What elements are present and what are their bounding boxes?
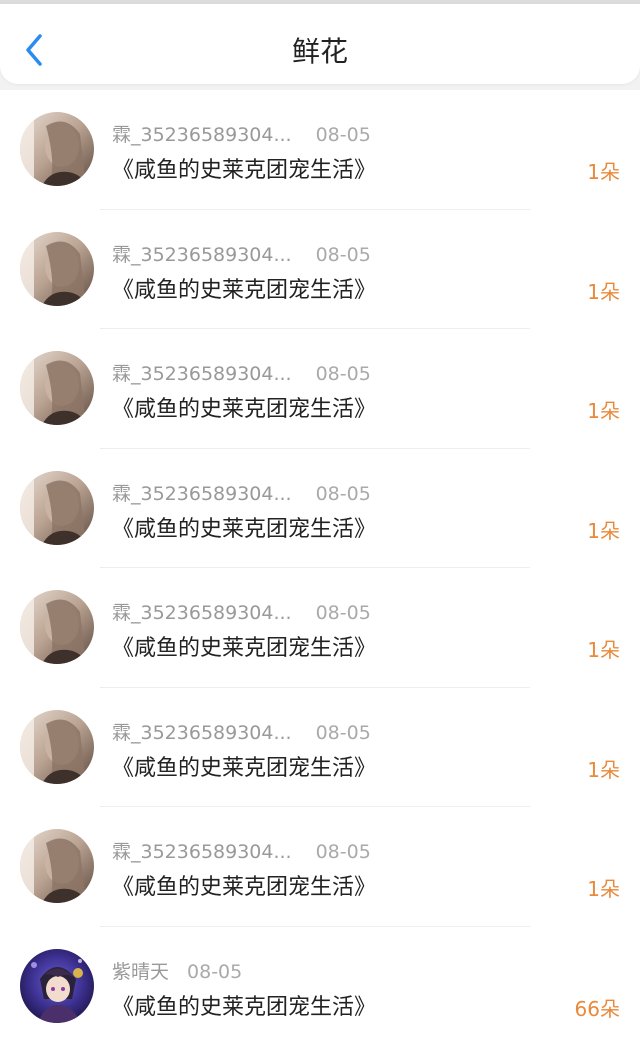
username: 紫晴天 <box>112 960 170 983</box>
book-title: 《咸鱼的史莱克团宠生活》 <box>112 994 377 1020</box>
flower-count: 1朵 <box>587 160 620 184</box>
flower-count: 1朵 <box>587 877 620 901</box>
avatar[interactable] <box>20 470 94 545</box>
flower-count: 1朵 <box>587 518 620 543</box>
avatar[interactable] <box>20 112 94 186</box>
list-item[interactable]: 霖_35236589304... 08-05 《咸鱼的史莱克团宠生活》 1朵 <box>0 568 640 688</box>
list-item[interactable]: 霖_35236589304... 08-05 《咸鱼的史莱克团宠生活》 1朵 <box>0 688 640 807</box>
book-title: 《咸鱼的史莱克团宠生活》 <box>112 158 377 183</box>
book-title: 《咸鱼的史莱克团宠生活》 <box>112 277 377 303</box>
list-item[interactable]: 霖_35236589304... 08-05 《咸鱼的史莱克团宠生活》 1朵 <box>0 210 640 329</box>
book-title: 《咸鱼的史莱克团宠生活》 <box>112 755 377 781</box>
nav-header: 鲜花 <box>0 4 640 84</box>
avatar[interactable] <box>20 709 94 784</box>
list-item[interactable]: 霖_35236589304... 08-05 《咸鱼的史莱克团宠生活》 1朵 <box>0 90 640 210</box>
flower-count: 66朵 <box>574 996 620 1021</box>
flower-record-list: 霖_35236589304... 08-05 《咸鱼的史莱克团宠生活》 1朵 霖_… <box>0 90 640 1038</box>
avatar[interactable] <box>20 351 94 425</box>
page-title: 鲜花 <box>291 35 348 68</box>
flower-count: 1朵 <box>587 638 620 662</box>
username: 霖_35236589304... <box>112 124 292 146</box>
date: 08-05 <box>315 602 371 624</box>
date: 08-05 <box>315 124 371 146</box>
date: 08-05 <box>315 363 371 385</box>
avatar[interactable] <box>20 829 94 903</box>
list-item[interactable]: 霖_35236589304... 08-05 《咸鱼的史莱克团宠生活》 1朵 <box>0 449 640 568</box>
list-item[interactable]: 霖_35236589304... 08-05 《咸鱼的史莱克团宠生活》 1朵 <box>0 807 640 927</box>
date: 08-05 <box>315 482 371 505</box>
avatar[interactable] <box>20 231 94 306</box>
book-title: 《咸鱼的史莱克团宠生活》 <box>112 397 377 422</box>
username: 霖_35236589304... <box>112 482 292 505</box>
flower-count: 1朵 <box>587 279 620 304</box>
book-title: 《咸鱼的史莱克团宠生活》 <box>112 875 377 900</box>
username: 霖_35236589304... <box>112 841 292 863</box>
username: 霖_35236589304... <box>112 602 292 624</box>
avatar[interactable] <box>20 590 94 664</box>
avatar[interactable] <box>20 948 94 1023</box>
flower-count: 1朵 <box>587 757 620 782</box>
flower-count: 1朵 <box>587 399 620 423</box>
book-title: 《咸鱼的史莱克团宠生活》 <box>112 636 377 661</box>
date: 08-05 <box>315 243 371 266</box>
username: 霖_35236589304... <box>112 363 292 385</box>
book-title: 《咸鱼的史莱克团宠生活》 <box>112 516 377 542</box>
date: 08-05 <box>315 721 371 744</box>
list-item[interactable]: 霖_35236589304... 08-05 《咸鱼的史莱克团宠生活》 1朵 <box>0 329 640 449</box>
date: 08-05 <box>315 841 371 863</box>
username: 霖_35236589304... <box>112 243 292 266</box>
date: 08-05 <box>187 960 243 983</box>
username: 霖_35236589304... <box>112 721 292 744</box>
list-item[interactable]: 紫晴天 08-05 《咸鱼的史莱克团宠生活》 66朵 <box>0 927 640 1038</box>
